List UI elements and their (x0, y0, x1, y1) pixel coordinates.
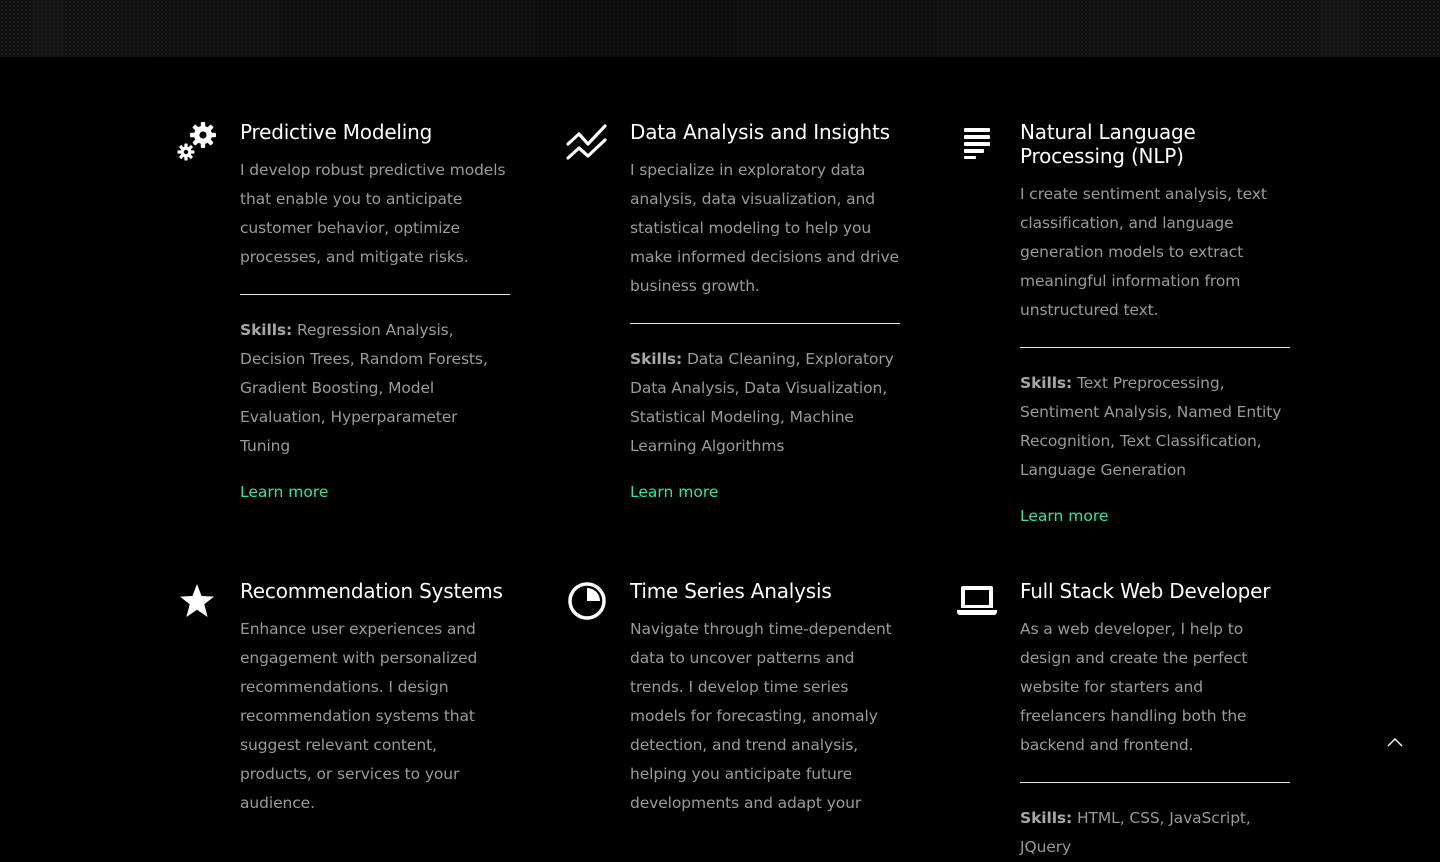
skills-list: Regression Analysis, Decision Trees, Ran… (240, 321, 488, 455)
service-skills: Skills: Text Preprocessing, Sentiment An… (1020, 369, 1290, 485)
back-to-top-button[interactable] (1381, 728, 1409, 756)
service-title: Time Series Analysis (630, 579, 832, 603)
service-title: Natural Language Processing (NLP) (1020, 120, 1196, 168)
service-description: Navigate through time-dependent data to … (630, 620, 892, 812)
divider (1020, 782, 1290, 783)
service-title: Predictive Modeling (240, 120, 433, 144)
learn-more-link[interactable]: Learn more (630, 481, 718, 503)
skills-label: Skills: (630, 350, 683, 368)
service-description: As a web developer, I help to design and… (1020, 620, 1248, 754)
skills-label: Skills: (1020, 374, 1073, 392)
service-title: Full Stack Web Developer (1020, 579, 1271, 603)
service-title: Data Analysis and Insights (630, 120, 890, 144)
chevron-up-icon (1387, 738, 1403, 747)
service-description: I create sentiment analysis, text classi… (1020, 185, 1267, 319)
skills-label: Skills: (240, 321, 293, 339)
divider (630, 323, 900, 324)
star-icon (175, 579, 219, 623)
learn-more-link[interactable]: Learn more (240, 481, 328, 503)
laptop-icon (955, 579, 999, 623)
learn-more-link[interactable]: Learn more (1020, 505, 1108, 527)
divider (240, 294, 510, 295)
line-chart-icon (565, 120, 609, 164)
service-skills: Skills: Regression Analysis, Decision Tr… (240, 316, 510, 461)
service-skills: Skills: HTML, CSS, JavaScript, JQuery (1020, 804, 1290, 862)
service-description: Enhance user experiences and engagement … (240, 620, 478, 812)
gears-icon (175, 120, 219, 164)
skills-label: Skills: (1020, 809, 1073, 827)
hero-banner-bottom (0, 0, 1440, 57)
divider (1020, 347, 1290, 348)
service-description: I develop robust predictive models that … (240, 161, 506, 266)
pie-chart-icon (565, 579, 609, 623)
service-skills: Skills: Data Cleaning, Exploratory Data … (630, 345, 900, 461)
service-description: I specialize in exploratory data analysi… (630, 161, 899, 295)
service-title: Recommendation Systems (240, 579, 503, 603)
align-left-icon (955, 120, 999, 164)
